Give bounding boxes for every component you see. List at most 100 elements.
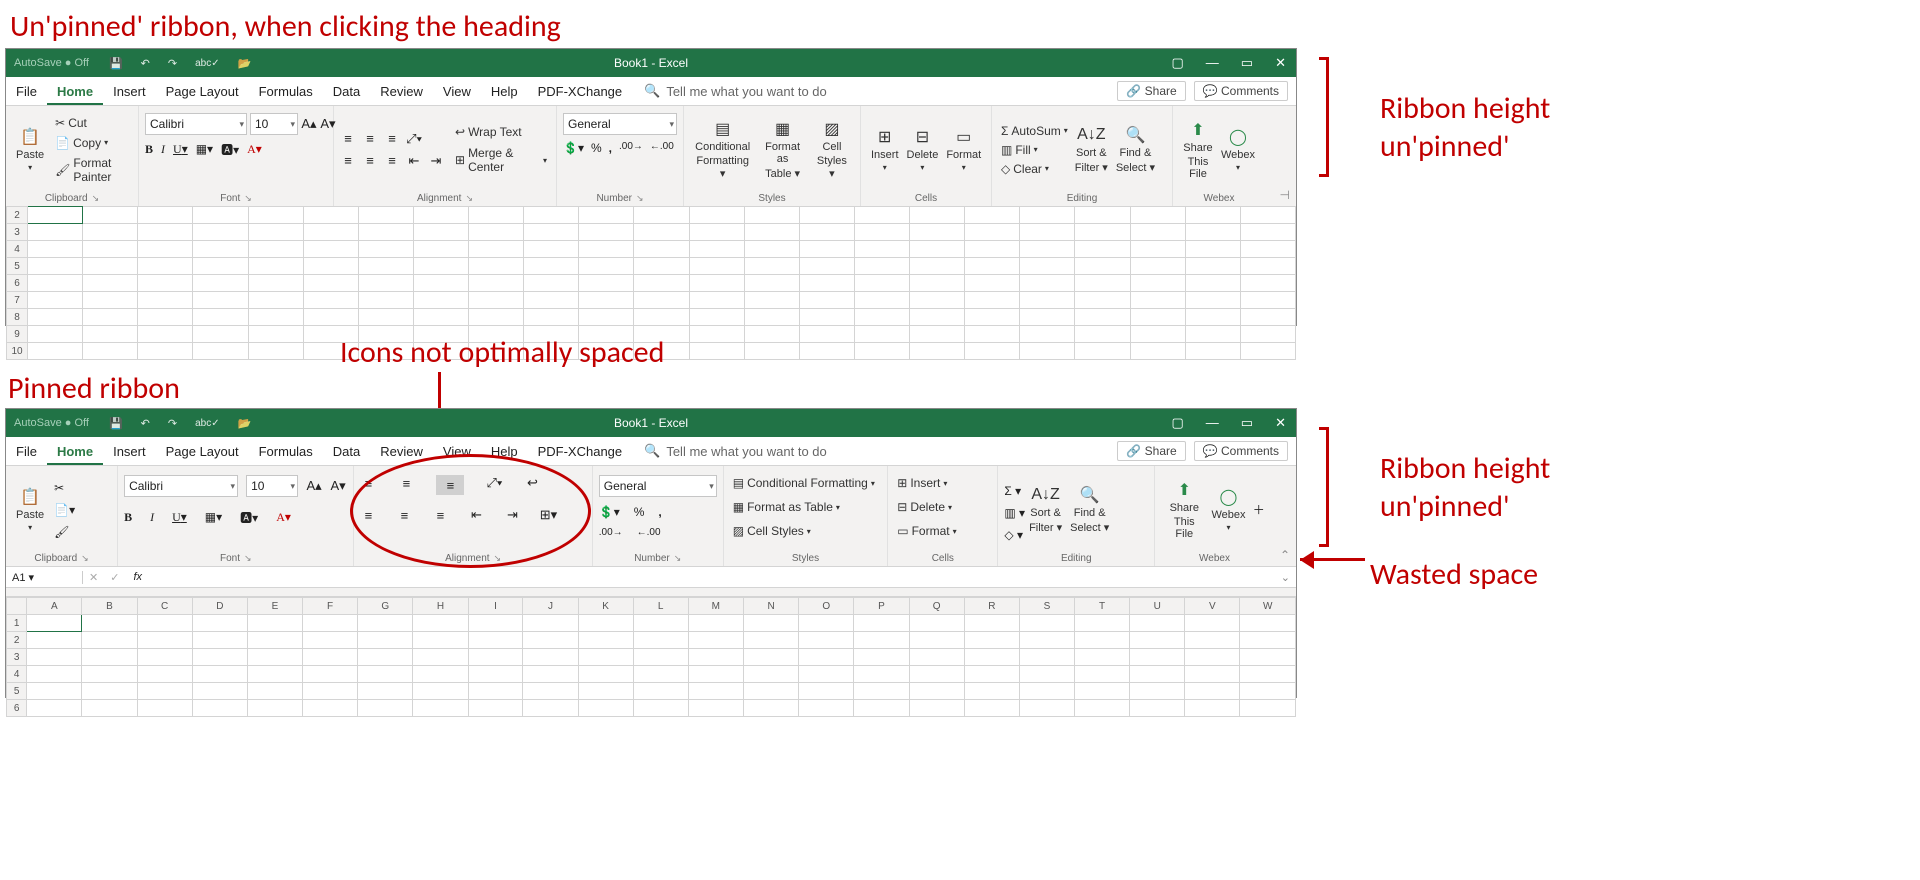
cut-button[interactable]: ✂Cut <box>52 115 132 131</box>
tab-page-layout[interactable]: Page Layout <box>156 77 249 105</box>
tab-home[interactable]: Home <box>47 77 103 105</box>
increase-decimal-icon[interactable]: .00→ <box>599 527 623 538</box>
save-icon[interactable]: 💾 <box>109 57 123 70</box>
undo-icon[interactable]: ↶ <box>141 57 150 70</box>
tab-formulas[interactable]: Formulas <box>249 437 323 465</box>
underline-button[interactable]: U▾ <box>172 510 187 525</box>
conditional-formatting-button[interactable]: ▤ConditionalFormatting ▾ <box>690 117 755 182</box>
copy-button[interactable]: 📄Copy▾ <box>52 135 132 151</box>
col-header[interactable]: I <box>468 598 523 615</box>
row-header[interactable]: 8 <box>7 309 28 326</box>
decrease-indent-icon[interactable]: ⇤ <box>406 153 422 169</box>
row-header[interactable]: 4 <box>7 666 27 683</box>
tab-file[interactable]: File <box>6 437 47 465</box>
worksheet[interactable]: A B C D E F G H I J K L M N O P Q R S T <box>6 597 1296 717</box>
increase-font-icon[interactable]: A▴ <box>301 116 317 132</box>
align-top-icon[interactable]: ≡ <box>340 131 356 147</box>
border-icon[interactable]: ▦▾ <box>205 510 222 525</box>
cut-icon[interactable]: ✂ <box>54 481 75 495</box>
font-color-icon[interactable]: A▾ <box>247 142 262 157</box>
delete-cells-button[interactable]: ⊟Delete▾ <box>903 125 943 174</box>
copy-icon[interactable]: 📄▾ <box>54 503 75 517</box>
accounting-icon[interactable]: 💲▾ <box>599 505 620 519</box>
share-button[interactable]: 🔗 Share <box>1117 441 1185 461</box>
increase-indent-icon[interactable]: ⇥ <box>428 153 444 169</box>
pin-ribbon-icon[interactable]: ⊣ <box>1265 106 1296 206</box>
add-button[interactable]: ＋ <box>1249 501 1267 518</box>
spellcheck-icon[interactable]: abc✓ <box>195 418 220 429</box>
share-button[interactable]: 🔗 Share <box>1117 81 1185 101</box>
increase-font-icon[interactable]: A▴ <box>306 478 322 494</box>
insert-cells-button[interactable]: ⊞Insert▾ <box>867 125 903 174</box>
format-as-table-button[interactable]: ▦Format as Table▾ <box>730 499 843 515</box>
enter-icon[interactable]: ✓ <box>104 571 125 584</box>
fill-button[interactable]: ▥Fill▾ <box>998 142 1071 158</box>
expand-formula-icon[interactable]: ⌄ <box>1275 571 1296 584</box>
col-header[interactable]: F <box>303 598 358 615</box>
paste-button[interactable]: 📋Paste▾ <box>12 125 48 174</box>
insert-cells-button[interactable]: ⊞Insert ▾ <box>894 475 950 491</box>
percent-icon[interactable]: % <box>634 505 645 519</box>
close-icon[interactable]: ✕ <box>1275 55 1286 71</box>
sum-icon[interactable]: Σ ▾ <box>1004 484 1025 498</box>
undo-icon[interactable]: ↶ <box>141 417 150 430</box>
dialog-launcher-icon[interactable]: ↘ <box>244 553 252 564</box>
webex-share-button[interactable]: ⬆ShareThis File <box>1161 478 1207 542</box>
col-header[interactable]: A <box>27 598 82 615</box>
paste-button[interactable]: 📋Paste▾ <box>12 485 48 534</box>
decrease-font-icon[interactable]: A▾ <box>330 478 346 494</box>
orientation-icon[interactable]: ⤢▾ <box>406 131 422 147</box>
webex-share-button[interactable]: ⬆ShareThis File <box>1179 118 1217 182</box>
dialog-launcher-icon[interactable]: ↘ <box>636 193 644 204</box>
cancel-icon[interactable]: ✕ <box>83 571 104 584</box>
col-header[interactable]: J <box>523 598 578 615</box>
tab-home[interactable]: Home <box>47 437 103 465</box>
redo-icon[interactable]: ↷ <box>168 417 177 430</box>
webex-button[interactable]: ◯Webex▾ <box>1217 125 1259 174</box>
row-header[interactable]: 2 <box>7 632 27 649</box>
italic-button[interactable]: I <box>150 510 154 525</box>
row-header[interactable]: 6 <box>7 700 27 717</box>
row-header[interactable]: 4 <box>7 241 28 258</box>
row-header[interactable]: 3 <box>7 224 28 241</box>
row-header[interactable]: 10 <box>7 343 28 360</box>
col-header[interactable]: M <box>688 598 743 615</box>
font-color-icon[interactable]: A▾ <box>276 510 291 525</box>
row-header[interactable]: 9 <box>7 326 28 343</box>
merge-center-button[interactable]: ⊞Merge & Center▾ <box>452 145 550 175</box>
col-header[interactable]: V <box>1185 598 1240 615</box>
fx-icon[interactable]: fx <box>125 571 150 583</box>
row-header[interactable]: 1 <box>7 615 27 632</box>
tab-pdfxchange[interactable]: PDF-XChange <box>528 437 633 465</box>
bold-button[interactable]: B <box>145 142 153 157</box>
maximize-icon[interactable]: ▭ <box>1241 55 1253 71</box>
decrease-decimal-icon[interactable]: ←.00 <box>650 141 674 155</box>
dialog-launcher-icon[interactable]: ↘ <box>92 193 100 204</box>
fill-icon[interactable]: ▥ ▾ <box>1004 506 1025 520</box>
row-header[interactable]: 6 <box>7 275 28 292</box>
underline-button[interactable]: U▾ <box>173 142 188 157</box>
minimize-icon[interactable]: — <box>1206 55 1219 71</box>
tab-page-layout[interactable]: Page Layout <box>156 437 249 465</box>
close-icon[interactable]: ✕ <box>1275 415 1286 431</box>
save-icon[interactable]: 💾 <box>109 417 123 430</box>
comments-button[interactable]: 💬 Comments <box>1194 81 1288 101</box>
dialog-launcher-icon[interactable]: ↘ <box>81 553 89 564</box>
clear-icon[interactable]: ◇ ▾ <box>1004 528 1025 542</box>
brush-icon[interactable]: 🖌 <box>54 525 75 539</box>
find-select-button[interactable]: 🔍Find &Select ▾ <box>1066 483 1113 536</box>
col-header[interactable]: C <box>137 598 192 615</box>
conditional-formatting-button[interactable]: ▤Conditional Formatting▾ <box>730 475 878 491</box>
webex-button[interactable]: ◯Webex▾ <box>1207 485 1249 534</box>
row-header[interactable]: 5 <box>7 683 27 700</box>
sort-filter-button[interactable]: A↓ZSort &Filter ▾ <box>1071 123 1112 176</box>
autosave-toggle[interactable]: AutoSave ● Off <box>14 57 89 69</box>
col-header[interactable]: O <box>799 598 854 615</box>
col-header[interactable]: H <box>413 598 468 615</box>
tab-insert[interactable]: Insert <box>103 437 156 465</box>
tab-help[interactable]: Help <box>481 77 528 105</box>
sort-filter-button[interactable]: A↓ZSort &Filter ▾ <box>1025 483 1066 536</box>
row-header[interactable]: 7 <box>7 292 28 309</box>
col-header[interactable]: K <box>578 598 633 615</box>
comma-icon[interactable]: , <box>609 141 612 155</box>
